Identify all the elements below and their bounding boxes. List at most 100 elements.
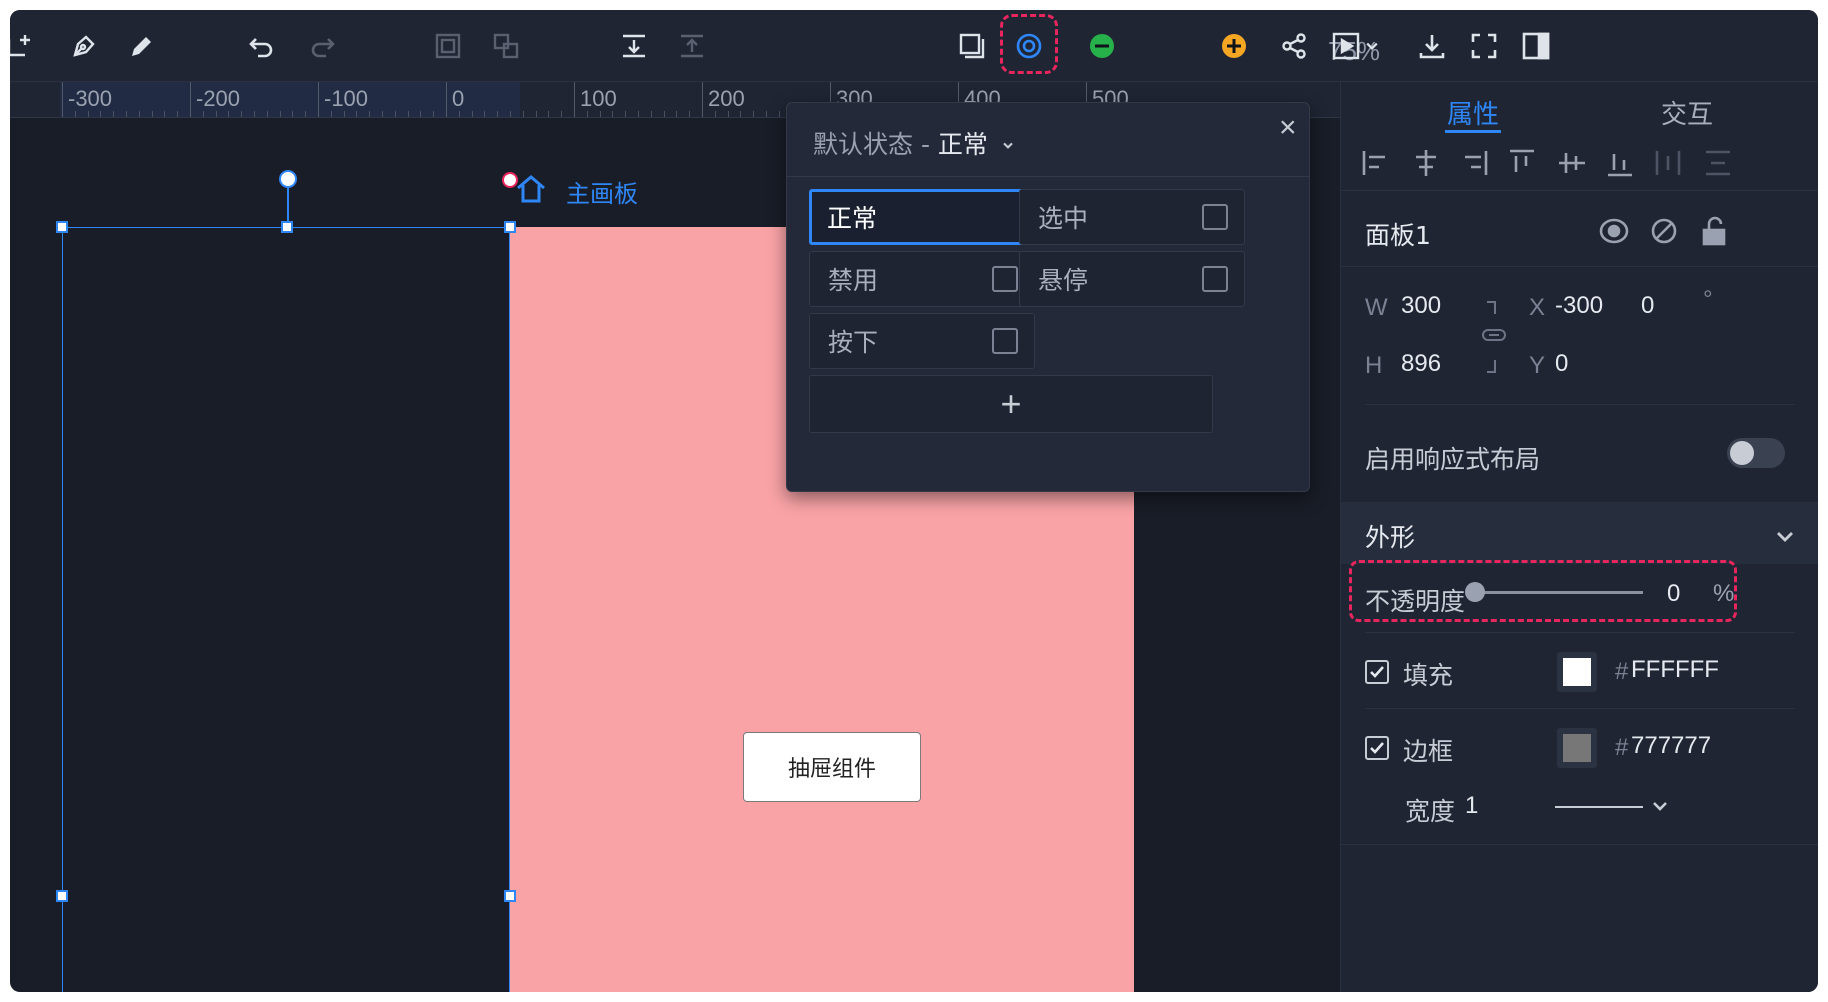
state-option-label: 悬停 <box>1038 266 1089 295</box>
pen-tool-icon[interactable] <box>66 28 102 64</box>
toggle-knob <box>1730 441 1754 465</box>
ruler-minor-tick <box>87 111 89 117</box>
properties-panel: 属性 交互 面板1 W 300 H 896 X -300 0 ° Y 0 启用响… <box>1340 82 1818 992</box>
rotation-input[interactable]: 0 <box>1641 292 1654 320</box>
state-dropdown[interactable]: 默认状态 - 正常 <box>813 125 1016 161</box>
border-style-line[interactable] <box>1555 806 1643 808</box>
fill-hex-input[interactable]: FFFFFF <box>1631 656 1719 684</box>
resize-handle-top[interactable] <box>281 221 293 233</box>
x-input[interactable]: -300 <box>1555 292 1603 320</box>
ruler-minor-tick <box>254 111 255 117</box>
preview-play-icon[interactable] <box>1328 28 1364 64</box>
state-option-disabled[interactable]: 禁用 <box>809 251 1035 307</box>
state-option-hover[interactable]: 悬停 <box>1019 251 1245 307</box>
border-checkbox[interactable] <box>1365 736 1389 760</box>
zoom-out-icon[interactable] <box>1084 28 1120 64</box>
disable-icon[interactable] <box>1647 214 1681 248</box>
zoom-in-icon[interactable] <box>1216 28 1252 64</box>
tab-interaction[interactable]: 交互 <box>1661 94 1713 131</box>
component-icon[interactable] <box>954 28 990 64</box>
ruler-minor-tick <box>433 111 435 117</box>
ruler-minor-tick <box>778 111 780 117</box>
pencil-tool-icon[interactable] <box>124 28 160 64</box>
state-checkbox[interactable] <box>992 328 1018 354</box>
chevron-down-icon[interactable] <box>1771 522 1799 550</box>
close-button[interactable]: × <box>1279 113 1297 143</box>
eye-icon[interactable] <box>1597 214 1631 248</box>
selection-box[interactable] <box>62 227 510 992</box>
opacity-slider-handle[interactable] <box>1465 582 1485 602</box>
ruler-selection-range <box>60 82 520 117</box>
state-option-pressed[interactable]: 按下 <box>809 313 1035 369</box>
add-state-button[interactable]: + <box>809 375 1213 433</box>
distribute-horizontal-icon[interactable] <box>1651 146 1685 180</box>
link-ratio-icon[interactable] <box>1481 300 1507 374</box>
chevron-down-icon[interactable] <box>1649 795 1671 817</box>
border-color-swatch[interactable] <box>1557 728 1597 768</box>
divider <box>1341 190 1818 191</box>
width-input[interactable]: 300 <box>1401 292 1441 320</box>
tab-properties[interactable]: 属性 <box>1447 94 1499 131</box>
toggle-panel-icon[interactable] <box>1518 28 1554 64</box>
group-icon[interactable] <box>430 28 466 64</box>
send-backward-icon[interactable] <box>674 28 710 64</box>
state-option-label: 按下 <box>828 328 879 357</box>
height-input[interactable]: 896 <box>1401 350 1441 378</box>
drawer-component-button[interactable]: 抽屉组件 <box>743 732 921 802</box>
share-icon[interactable] <box>1276 28 1312 64</box>
ruler-minor-tick <box>561 111 563 117</box>
border-hex-hash: # <box>1615 734 1629 761</box>
resize-handle-top-right[interactable] <box>504 221 516 233</box>
opacity-slider-track[interactable] <box>1473 591 1643 594</box>
resize-handle-top-left[interactable] <box>56 221 68 233</box>
ruler-label: -300 <box>68 86 113 111</box>
align-middle-vertical-icon[interactable] <box>1555 146 1589 180</box>
fullscreen-icon[interactable] <box>1466 28 1502 64</box>
responsive-layout-toggle[interactable] <box>1727 438 1785 468</box>
align-top-icon[interactable] <box>1505 146 1539 180</box>
ruler-minor-tick <box>510 111 511 117</box>
panel-name[interactable]: 面板1 <box>1365 216 1431 252</box>
distribute-vertical-icon[interactable] <box>1701 146 1735 180</box>
download-icon[interactable] <box>1414 28 1450 64</box>
ruler-minor-tick <box>753 111 755 117</box>
state-option-selected[interactable]: 选中 <box>1019 189 1245 245</box>
home-icon <box>514 172 548 206</box>
align-right-icon[interactable] <box>1457 146 1491 180</box>
fill-checkbox[interactable] <box>1365 660 1389 684</box>
ruler-minor-tick <box>113 111 115 117</box>
state-option-label: 选中 <box>1038 204 1089 233</box>
opacity-input[interactable]: 0 <box>1667 580 1680 608</box>
state-checkbox[interactable] <box>1202 204 1228 230</box>
ruler-minor-tick <box>548 111 550 117</box>
undo-icon[interactable] <box>244 28 280 64</box>
fill-color-swatch[interactable] <box>1557 652 1597 692</box>
align-left-icon[interactable] <box>1359 146 1393 180</box>
state-checkbox[interactable] <box>1202 266 1228 292</box>
unlock-icon[interactable] <box>1697 214 1731 248</box>
state-target-icon[interactable] <box>1011 28 1047 64</box>
preview-dropdown-icon[interactable] <box>1360 28 1384 64</box>
state-option-label: 禁用 <box>828 266 879 295</box>
ruler-minor-tick <box>305 111 307 117</box>
resize-handle-left[interactable] <box>56 890 68 902</box>
align-bottom-icon[interactable] <box>1603 146 1637 180</box>
border-hex-input[interactable]: 777777 <box>1631 732 1711 760</box>
ruler-major-tick <box>318 82 319 117</box>
state-option-normal[interactable]: 正常 <box>809 189 1035 245</box>
state-checkbox[interactable] <box>992 266 1018 292</box>
add-artboard-icon[interactable] <box>10 28 38 64</box>
divider <box>1365 708 1795 709</box>
bring-forward-icon[interactable] <box>616 28 652 64</box>
redo-icon[interactable] <box>304 28 340 64</box>
ruler-minor-tick <box>676 111 678 117</box>
ungroup-icon[interactable] <box>488 28 524 64</box>
ruler-minor-tick <box>663 111 665 117</box>
resize-handle-right[interactable] <box>504 890 516 902</box>
border-width-input[interactable]: 1 <box>1465 792 1478 820</box>
align-center-horizontal-icon[interactable] <box>1409 146 1443 180</box>
y-input[interactable]: 0 <box>1555 350 1568 378</box>
artboard-name[interactable]: 主画板 <box>566 174 638 209</box>
rotation-handle[interactable] <box>279 170 297 188</box>
ruler-minor-tick <box>484 111 486 117</box>
